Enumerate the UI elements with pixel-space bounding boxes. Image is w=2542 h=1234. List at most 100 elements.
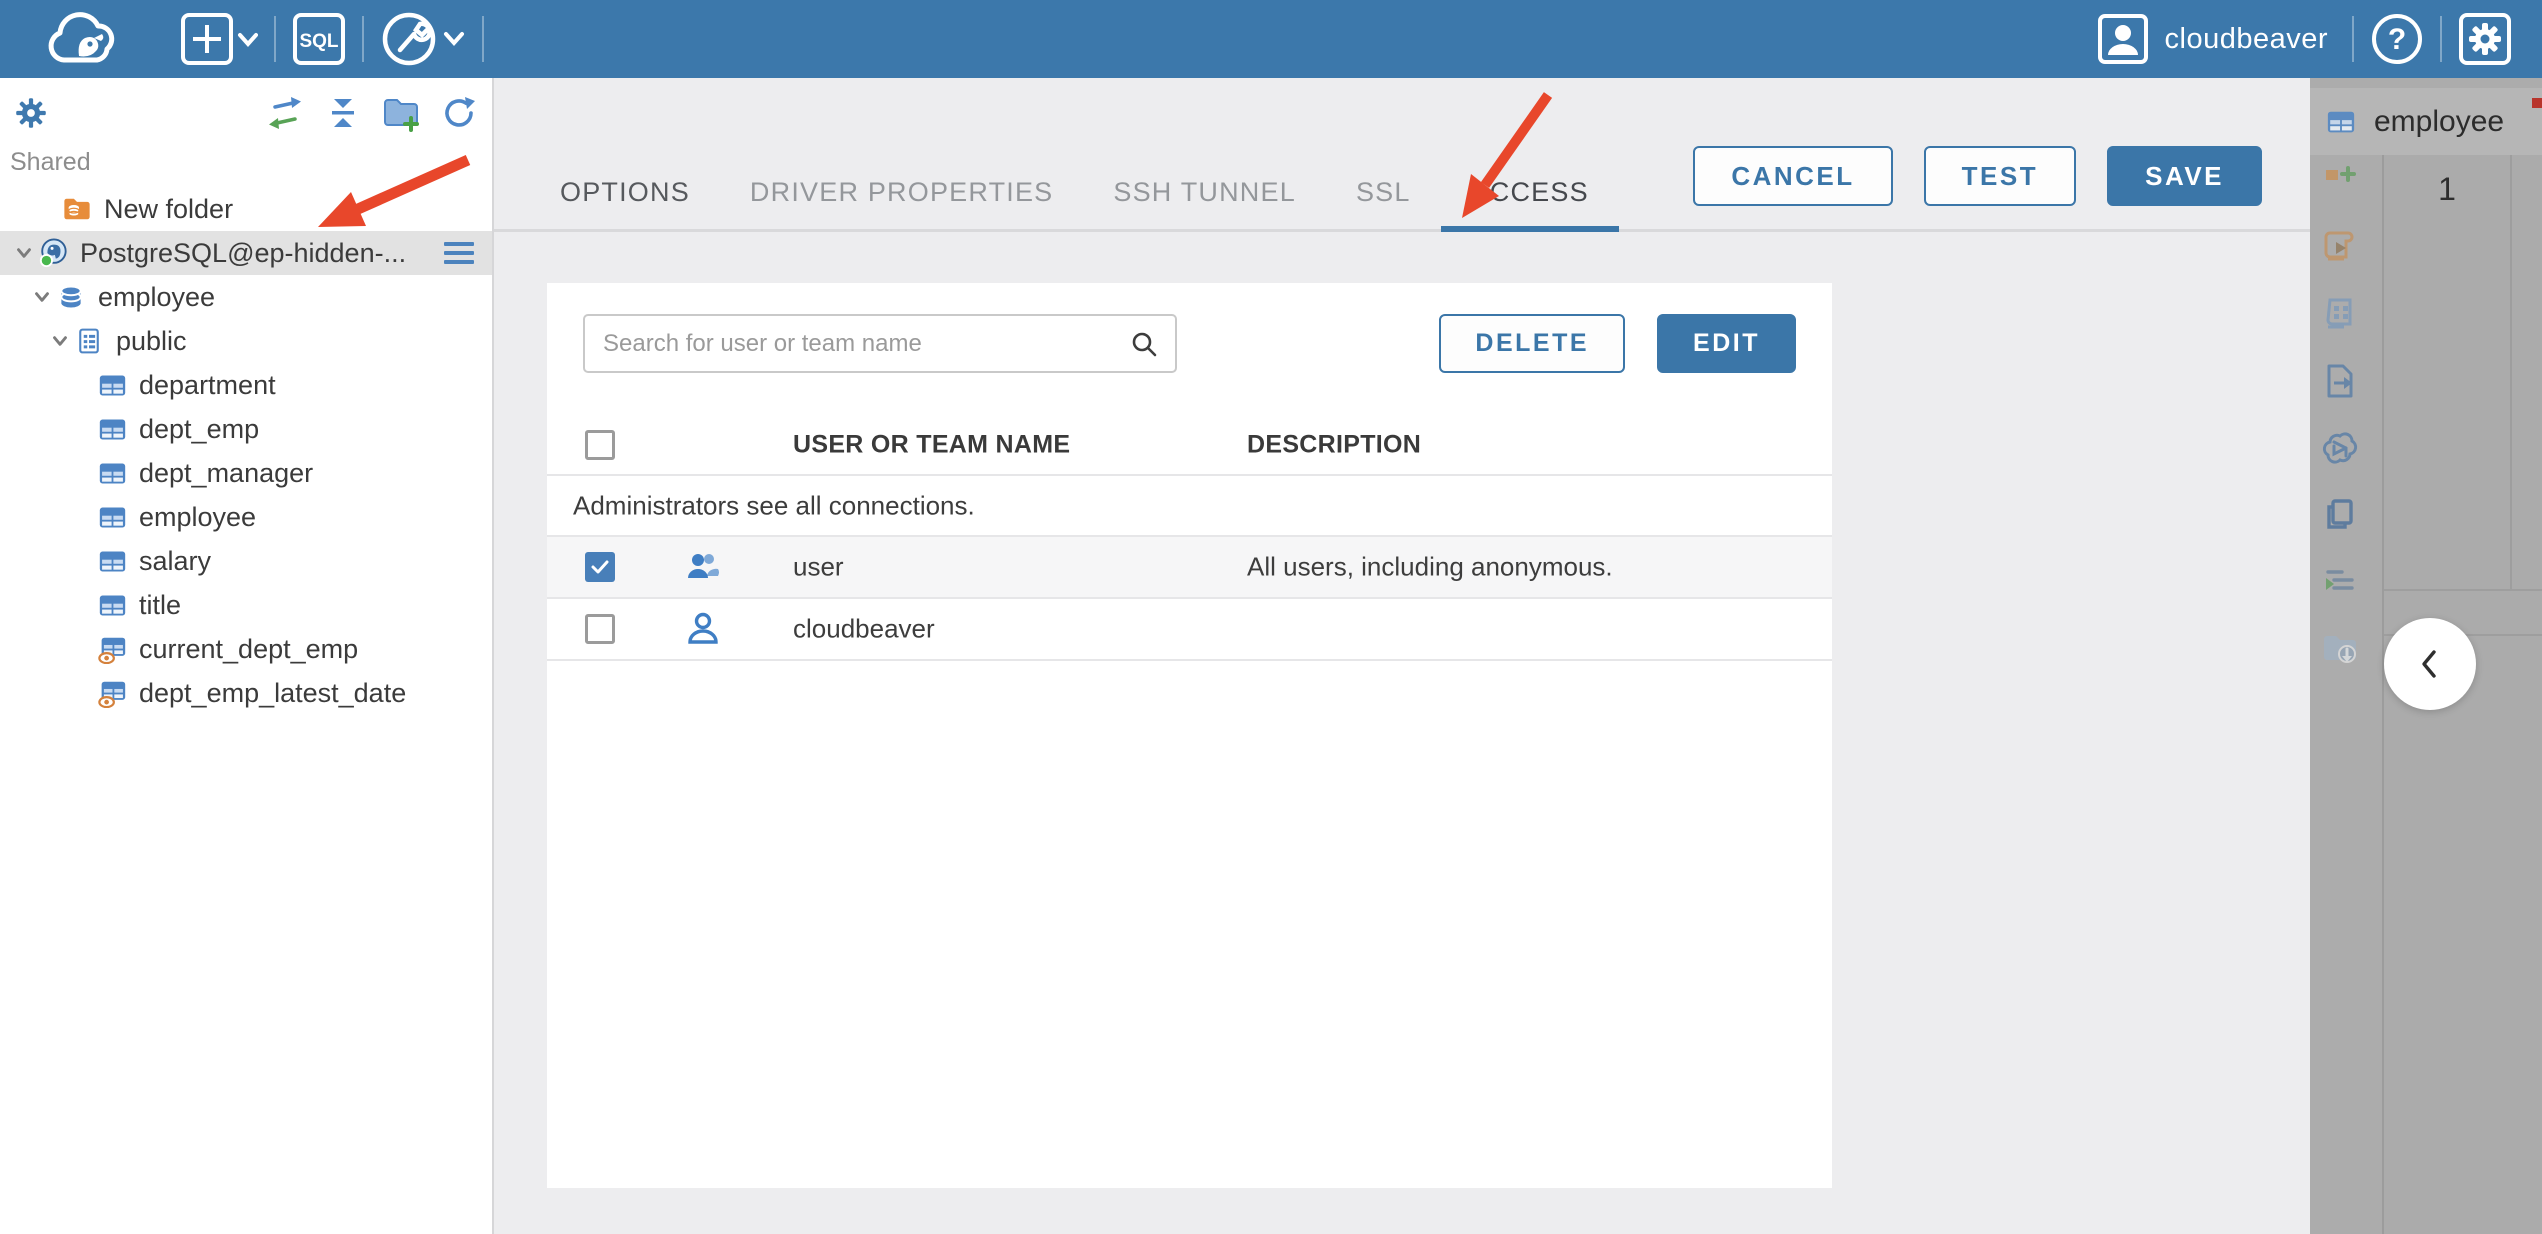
node-menu-icon[interactable] bbox=[444, 242, 474, 264]
tree-item-table-employee[interactable]: employee bbox=[0, 495, 492, 539]
tree-item-view-dept-emp-latest-date[interactable]: dept_emp_latest_date bbox=[0, 671, 492, 715]
chevron-down-icon[interactable] bbox=[46, 330, 74, 352]
tree-item-label: salary bbox=[139, 545, 212, 576]
collapse-panel-button[interactable] bbox=[2384, 618, 2476, 710]
settings-button[interactable] bbox=[2442, 0, 2512, 78]
refresh-icon bbox=[445, 97, 475, 127]
admin-note-row: Administrators see all connections. bbox=[547, 476, 1832, 537]
tree-item-label: dept_emp_latest_date bbox=[139, 677, 407, 708]
tab-ssh-tunnel[interactable]: SSH TUNNEL bbox=[1083, 177, 1326, 232]
tree-item-table-dept-emp[interactable]: dept_emp bbox=[0, 407, 492, 451]
cloudbeaver-logo-icon bbox=[34, 8, 138, 70]
user-menu-button[interactable]: cloudbeaver bbox=[2081, 0, 2353, 78]
view-icon bbox=[97, 678, 127, 708]
tree-item-postgresql-connection[interactable]: PostgreSQL@ep-hidden-... bbox=[0, 231, 492, 275]
delete-button[interactable]: DELETE bbox=[1439, 314, 1626, 373]
grant-row-user[interactable]: user All users, including anonymous. bbox=[547, 537, 1832, 599]
tab-ssl[interactable]: SSL bbox=[1326, 177, 1441, 232]
view-icon bbox=[97, 634, 127, 664]
table-icon bbox=[97, 414, 127, 444]
avatar-icon bbox=[2097, 14, 2148, 64]
tree-item-new-folder[interactable]: New folder bbox=[0, 187, 492, 231]
dialog-actions: CANCEL TEST SAVE bbox=[1693, 146, 2262, 206]
edit-button[interactable]: EDIT bbox=[1657, 314, 1796, 373]
collapse-all-icon bbox=[332, 99, 354, 127]
grid-view-icon[interactable] bbox=[2318, 292, 2362, 336]
chevron-down-icon[interactable] bbox=[28, 286, 56, 308]
table-icon bbox=[97, 370, 127, 400]
postgresql-icon bbox=[38, 238, 68, 268]
column-header-name: USER OR TEAM NAME bbox=[793, 430, 1071, 458]
help-icon: ? bbox=[2372, 14, 2422, 64]
team-icon bbox=[684, 548, 722, 586]
search-input[interactable] bbox=[603, 329, 1129, 358]
chevron-down-icon[interactable] bbox=[10, 242, 38, 264]
database-icon bbox=[56, 282, 86, 312]
tree-item-label: title bbox=[139, 589, 182, 620]
grant-row-cloudbeaver[interactable]: cloudbeaver bbox=[547, 599, 1832, 661]
navigator-tree: New folder PostgreSQL@ep-hidden-... empl… bbox=[0, 187, 492, 715]
table-icon bbox=[2326, 107, 2356, 137]
tree-item-table-department[interactable]: department bbox=[0, 363, 492, 407]
grid-column-line bbox=[2510, 155, 2512, 589]
access-panel: DELETE EDIT USER OR TEAM NAME DESCRIPTIO… bbox=[547, 283, 1832, 1188]
tab-access[interactable]: ACCESS bbox=[1440, 177, 1620, 232]
tree-item-label: employee bbox=[98, 281, 216, 312]
grants-table-header: USER OR TEAM NAME DESCRIPTION bbox=[547, 415, 1832, 476]
refresh-button[interactable] bbox=[440, 94, 478, 132]
tab-employee-data[interactable]: employee bbox=[2310, 88, 2542, 155]
tab-options[interactable]: OPTIONS bbox=[530, 177, 720, 232]
sql-label: SQL bbox=[299, 31, 338, 52]
link-with-editor-button[interactable] bbox=[266, 94, 304, 132]
sql-editor-button[interactable]: SQL bbox=[276, 0, 362, 78]
cancel-button[interactable]: CANCEL bbox=[1693, 146, 1893, 206]
tree-item-table-dept-manager[interactable]: dept_manager bbox=[0, 451, 492, 495]
new-connection-button[interactable] bbox=[164, 0, 274, 78]
help-button[interactable]: ? bbox=[2354, 0, 2440, 78]
table-icon bbox=[97, 502, 127, 532]
sync-arrows-icon bbox=[269, 97, 301, 129]
grid-row-line bbox=[2384, 589, 2542, 591]
tree-item-database-employee[interactable]: employee bbox=[0, 275, 492, 319]
tree-item-label: dept_emp bbox=[139, 413, 260, 444]
gear-icon bbox=[2459, 13, 2511, 65]
save-button[interactable]: SAVE bbox=[2107, 146, 2262, 206]
schema-icon bbox=[74, 326, 104, 356]
execute-script-icon[interactable] bbox=[2318, 225, 2362, 269]
test-button[interactable]: TEST bbox=[1923, 146, 2077, 206]
tree-item-schema-public[interactable]: public bbox=[0, 319, 492, 363]
driver-manager-button[interactable] bbox=[364, 0, 482, 78]
user-icon bbox=[684, 610, 722, 648]
admin-note-text: Administrators see all connections. bbox=[573, 490, 975, 520]
tree-item-label: employee bbox=[139, 501, 257, 532]
copy-icon[interactable] bbox=[2318, 493, 2362, 537]
tree-item-label: PostgreSQL@ep-hidden-... bbox=[80, 237, 407, 268]
tab-driver-properties[interactable]: DRIVER PROPERTIES bbox=[720, 177, 1083, 232]
search-box bbox=[583, 314, 1177, 373]
connection-dialog: OPTIONS DRIVER PROPERTIES SSH TUNNEL SSL… bbox=[494, 78, 2310, 1234]
column-header-description: DESCRIPTION bbox=[1247, 430, 1422, 458]
data-tab-label: employee bbox=[2374, 104, 2505, 138]
access-toolbar: DELETE EDIT bbox=[583, 314, 1796, 373]
search-icon bbox=[1132, 332, 1157, 356]
save-to-folder-icon[interactable] bbox=[2318, 627, 2362, 671]
data-editor-toolbar bbox=[2318, 158, 2362, 671]
select-all-checkbox[interactable] bbox=[585, 429, 615, 460]
tree-item-table-title[interactable]: title bbox=[0, 583, 492, 627]
row-checkbox-unchecked[interactable] bbox=[585, 614, 615, 644]
tree-item-view-current-dept-emp[interactable]: current_dept_emp bbox=[0, 627, 492, 671]
logs-icon[interactable] bbox=[2318, 560, 2362, 604]
chevron-left-icon bbox=[2422, 650, 2436, 678]
row-checkbox-checked[interactable] bbox=[585, 552, 615, 582]
ai-assistant-icon[interactable] bbox=[2318, 426, 2362, 470]
grant-name: user bbox=[793, 551, 844, 582]
add-row-button[interactable] bbox=[2318, 158, 2362, 202]
collapse-all-button[interactable] bbox=[324, 94, 362, 132]
tree-item-table-salary[interactable]: salary bbox=[0, 539, 492, 583]
navigator-settings-button[interactable] bbox=[12, 94, 50, 132]
add-folder-button[interactable] bbox=[382, 94, 420, 132]
unsaved-indicator bbox=[2532, 98, 2542, 108]
export-data-icon[interactable] bbox=[2318, 359, 2362, 403]
table-icon bbox=[97, 546, 127, 576]
table-icon bbox=[97, 590, 127, 620]
